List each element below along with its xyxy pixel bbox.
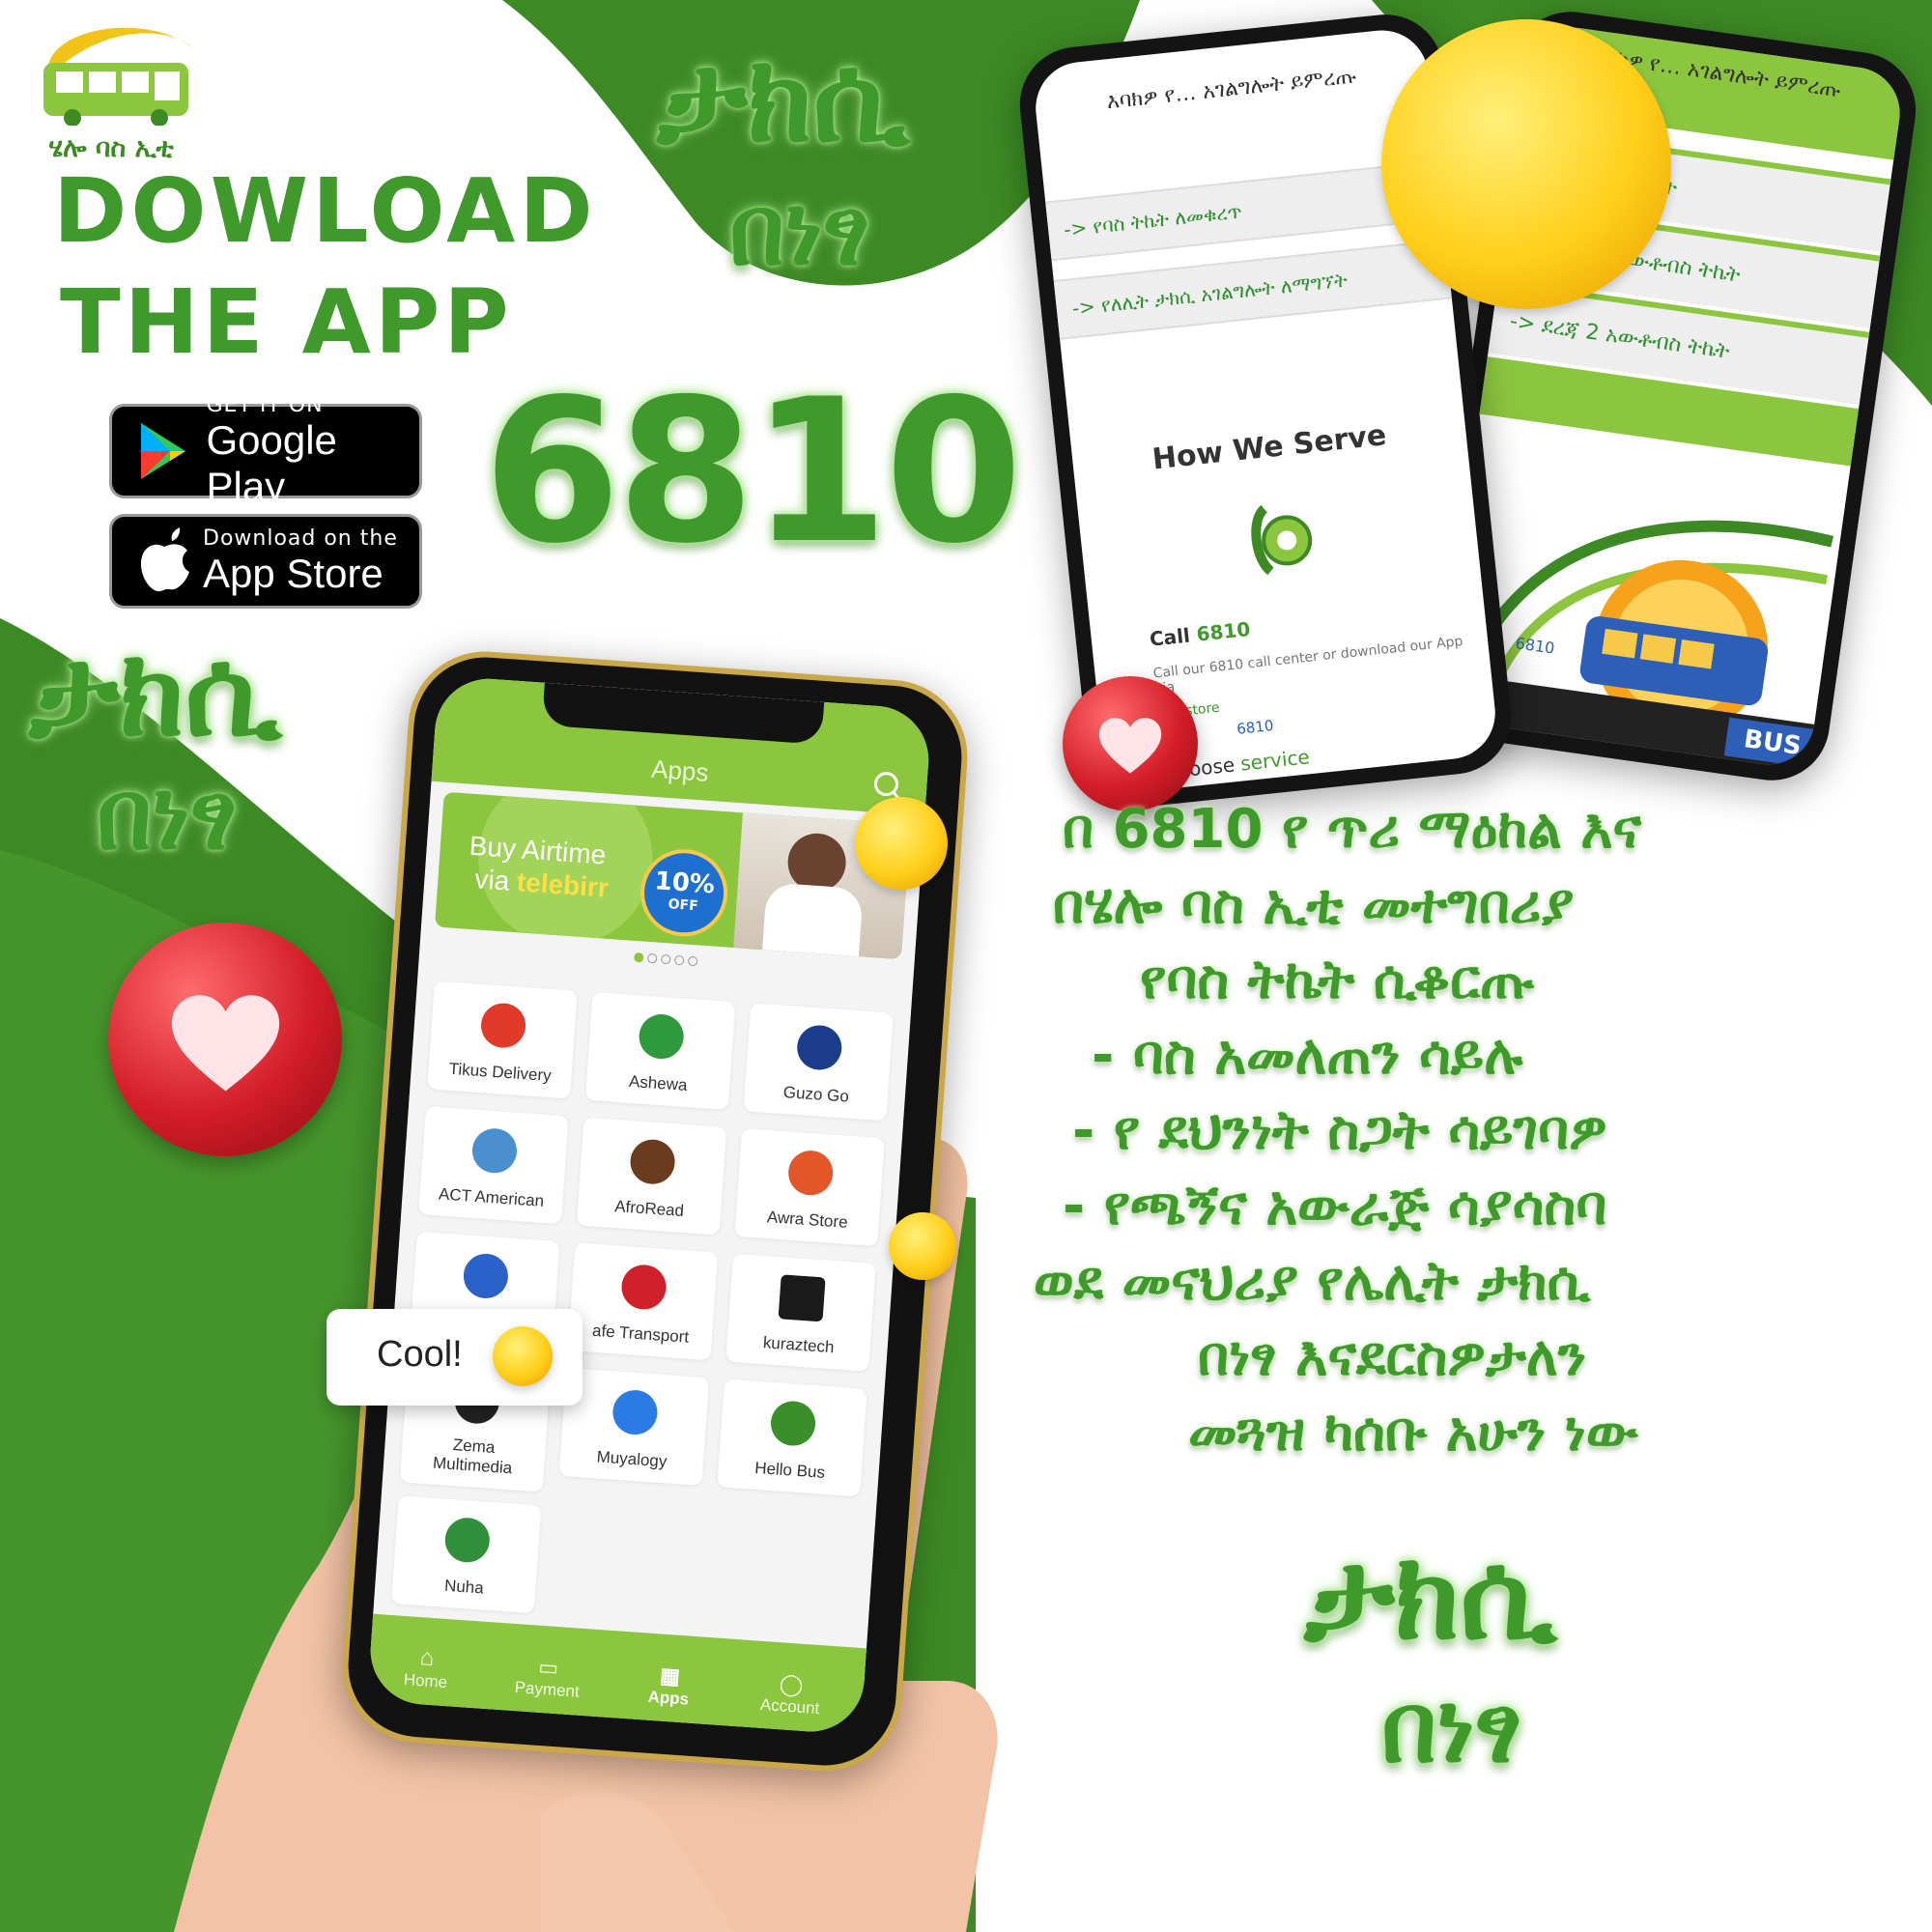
nav-account[interactable]: ◯ Account	[736, 1668, 845, 1720]
heart-icon-right	[1063, 676, 1198, 811]
tile-label: Tikus Delivery	[448, 1059, 553, 1086]
app-tile-safe-transport[interactable]: afe Transport	[567, 1242, 719, 1361]
promo-title-top-sub: በነፃ	[729, 174, 870, 287]
phone-right-front-title: እባክዎ የ… አገልግሎት ይምረጡ	[1105, 64, 1358, 115]
body-line-6: - የጫኝና አውራጅ ሳያሳስባ	[1063, 1175, 1607, 1237]
app-store-button[interactable]: Download on the App Store	[109, 514, 422, 609]
main-phone-header-title: Apps	[650, 753, 710, 787]
call-label: Call 6810	[1149, 617, 1251, 651]
body-text: በ 6810 የ ጥሪ ማዕከል እና በሄሎ ባስ ኢቲ መተግበሪያ የባስ…	[1005, 792, 1913, 1470]
bottom-nav: ⌂ Home ▭ Payment ▦ Apps ◯ Account	[366, 1613, 867, 1736]
promo-title-top: ታክሲ	[657, 29, 910, 169]
nav-home[interactable]: ⌂ Home	[372, 1641, 481, 1695]
tile-label: Ashewa	[628, 1071, 689, 1094]
kuraztech-logo-icon	[778, 1274, 826, 1322]
tile-label: Guzo Go	[782, 1082, 850, 1106]
app-tile-awra[interactable]: Awra Store	[734, 1128, 885, 1247]
muyalogy-logo-icon	[611, 1388, 659, 1436]
move-logo-icon	[462, 1252, 510, 1300]
tile-label: kuraztech	[762, 1333, 836, 1357]
app-tile-ashewa[interactable]: Ashewa	[584, 991, 736, 1111]
app-tile-afroread[interactable]: AfroRead	[576, 1117, 727, 1236]
body-line-9: መጓዝ ካሰቡ አሁን ነው	[1188, 1401, 1638, 1463]
banner-line2-prefix: via	[473, 864, 519, 897]
brand-logo: ሄሎ ባስ ኢቲ	[29, 10, 203, 163]
app-store-small: Download on the	[203, 526, 398, 551]
safe-transport-logo-icon	[619, 1263, 668, 1311]
body-line-1: በ 6810 የ ጥሪ ማዕከል እና	[1063, 798, 1642, 861]
cool-bubble: Cool!	[327, 1309, 582, 1406]
nav-payment[interactable]: ▭ Payment	[494, 1652, 603, 1704]
nav-apps[interactable]: ▦ Apps	[614, 1660, 724, 1712]
tile-label: AfroRead	[613, 1197, 685, 1221]
nuha-logo-icon	[443, 1516, 492, 1564]
google-play-icon	[141, 423, 185, 479]
promo-title-bottom-sub: በነፃ	[1381, 1671, 1522, 1784]
call-label-text: Call	[1148, 622, 1198, 651]
headline-line2: THE APP	[60, 270, 513, 374]
home-icon: ⌂	[419, 1644, 436, 1672]
nav-payment-label: Payment	[514, 1678, 581, 1701]
guzo-logo-icon	[795, 1023, 843, 1072]
afroread-logo-icon	[629, 1138, 677, 1186]
promo-poster: ሄሎ ባስ ኢቲ DOWLOAD THE APP ታክሲ በነፃ GET IT …	[0, 0, 1932, 1932]
body-line-3: የባስ ትኬት ሲቆርጡ	[1140, 949, 1535, 1011]
google-play-small: GET IT ON	[206, 392, 324, 417]
app-tile-act[interactable]: ACT American	[418, 1106, 569, 1225]
body-line-7: ወደ መናህሪያ የሌሊት ታክሲ	[1034, 1250, 1591, 1313]
cool-bubble-text: Cool!	[377, 1334, 463, 1375]
discount-pct: 10%	[653, 867, 716, 900]
banner-pagination	[633, 952, 698, 967]
phone-call-icon	[1251, 504, 1313, 576]
choose-service-word: service	[1239, 745, 1311, 776]
tikus-logo-icon	[479, 1002, 527, 1050]
bus-icon	[43, 27, 193, 127]
hello-bus-logo-icon	[769, 1399, 817, 1448]
how-we-serve-title: How We Serve	[1151, 418, 1388, 477]
body-line-2: በሄሎ ባስ ኢቲ መተግበሪያ	[1053, 873, 1575, 936]
phone-right-front-small-number: 6810	[1236, 716, 1275, 738]
payment-icon: ▭	[537, 1654, 560, 1681]
main-phone-screen: Apps Buy Airtime via telebirr 10% OFF Ti…	[366, 675, 932, 1736]
tile-label: Muyalogy	[596, 1447, 668, 1471]
app-tile-guzo[interactable]: Guzo Go	[743, 1003, 894, 1122]
app-tile-hello-bus[interactable]: Hello Bus	[717, 1378, 867, 1497]
tile-label: ACT American	[438, 1184, 545, 1210]
nav-apps-label: Apps	[647, 1687, 690, 1709]
tile-label: afe Transport	[591, 1321, 690, 1347]
tile-label: Nuha	[443, 1576, 485, 1598]
body-line-4: - ባስ አመለጠን ሳይሉ	[1092, 1024, 1523, 1087]
promo-title-left: ታክሲ	[29, 623, 282, 763]
app-tile-nuha[interactable]: Nuha	[391, 1495, 542, 1614]
app-tile-kuraztech[interactable]: kuraztech	[725, 1253, 876, 1372]
google-play-button[interactable]: GET IT ON Google Play	[109, 393, 422, 509]
apple-icon	[141, 527, 189, 592]
nav-home-label: Home	[403, 1670, 448, 1692]
awra-logo-icon	[786, 1149, 835, 1197]
smile-emoji-icon	[493, 1326, 553, 1386]
google-play-big: Google Play	[206, 416, 337, 509]
surprised-emoji-icon	[855, 797, 948, 890]
call-label-number: 6810	[1195, 616, 1252, 646]
act-logo-icon	[470, 1126, 519, 1175]
tile-label: Hello Bus	[753, 1458, 826, 1482]
airtime-banner[interactable]: Buy Airtime via telebirr 10% OFF	[434, 791, 911, 960]
ashewa-logo-icon	[638, 1012, 686, 1061]
apps-grid-icon: ▦	[659, 1662, 681, 1689]
call-number: 6810	[483, 357, 1023, 587]
body-line-5: - የ ደህንነት ስጋት ሳይገባዎ	[1072, 1099, 1607, 1162]
laughing-emoji-small-icon	[889, 1212, 956, 1280]
app-store-big: App Store	[203, 550, 384, 596]
promo-title-bottom: ታክሲ	[1304, 1526, 1557, 1666]
tile-label: Zema Multimedia	[432, 1435, 513, 1478]
promo-title-left-sub: በነፃ	[97, 758, 238, 871]
nav-account-label: Account	[759, 1694, 820, 1719]
body-line-8: በነፃ እናደርስዎታለን	[1198, 1325, 1587, 1388]
app-tile-tikus[interactable]: Tikus Delivery	[427, 980, 578, 1099]
headline-line1: DOWLOAD	[53, 159, 597, 263]
laughing-emoji-icon	[1381, 19, 1671, 309]
banner-telebirr: telebirr	[515, 867, 610, 903]
tile-label: Awra Store	[766, 1208, 849, 1232]
account-icon: ◯	[779, 1671, 805, 1697]
